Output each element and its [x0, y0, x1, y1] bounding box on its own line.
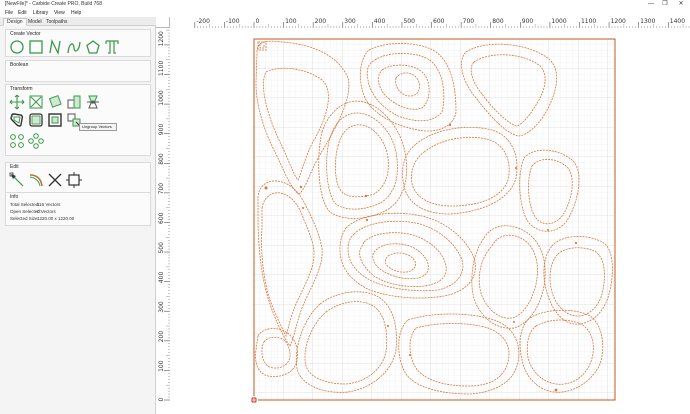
- ruler-label: 1300: [640, 18, 655, 25]
- ruler-label: 600: [158, 212, 165, 224]
- join-icon[interactable]: [66, 172, 82, 188]
- menu-file[interactable]: File: [5, 10, 13, 16]
- ruler-label: 100: [285, 18, 297, 25]
- close-button[interactable]: ✕: [675, 0, 687, 9]
- ruler-label: 400: [374, 18, 386, 25]
- transform-panel: Transform: [5, 84, 151, 156]
- menu-view[interactable]: View: [54, 10, 65, 16]
- rectangle-icon[interactable]: [28, 39, 44, 55]
- align-icon[interactable]: [66, 94, 82, 110]
- ruler-label: 1100: [581, 18, 596, 25]
- ruler-label: 700: [463, 18, 475, 25]
- move-icon[interactable]: [9, 94, 25, 110]
- boolean-panel: Boolean: [5, 60, 151, 82]
- offset-icon[interactable]: [9, 112, 25, 128]
- selected-size-value: 1220.00 x 1220.00: [37, 216, 75, 221]
- ungroup-tooltip: Ungroup Vectors: [79, 123, 117, 131]
- ruler-label: 300: [344, 18, 356, 25]
- menu-bar: File Edit Library View Help: [0, 9, 690, 17]
- rotate-icon[interactable]: [47, 94, 63, 110]
- ruler-label: 500: [158, 242, 165, 254]
- menu-help[interactable]: Help: [71, 10, 81, 16]
- curve-icon[interactable]: [66, 39, 82, 55]
- circular-array-icon[interactable]: [28, 133, 44, 149]
- top-ruler-svg: -200 -100 0 100 200 300 400 500 600 700 800 900 1000…: [194, 18, 690, 28]
- ruler-label: -100: [226, 18, 240, 25]
- ruler-label: 200: [158, 331, 165, 343]
- design-sidebar: Design Model Toolpaths Create Vector Boo…: [0, 17, 156, 414]
- canvas-svg[interactable]: [170, 28, 690, 414]
- menu-library[interactable]: Library: [33, 10, 48, 16]
- ruler-label: 900: [158, 124, 165, 136]
- ruler-label: 400: [158, 272, 165, 284]
- text-icon[interactable]: [104, 39, 120, 55]
- node-edit-icon[interactable]: [9, 172, 25, 188]
- ruler-label: 0: [256, 18, 260, 25]
- top-ruler: -200 -100 0 100 200 300 400 500 600 700 800 900 1000…: [170, 17, 690, 28]
- info-title: Info: [10, 194, 19, 200]
- polygon-icon[interactable]: [85, 39, 101, 55]
- fillet-icon[interactable]: [28, 172, 44, 188]
- tab-toolpaths[interactable]: Toolpaths: [42, 18, 71, 26]
- group-icon[interactable]: [28, 112, 44, 128]
- create-vector-panel: Create Vector: [5, 29, 151, 57]
- selected-size-label: Selected Size:: [10, 216, 39, 221]
- transform-title: Transform: [10, 86, 33, 92]
- ruler-label: -200: [196, 18, 210, 25]
- mirror-icon[interactable]: [85, 94, 101, 110]
- create-vector-title: Create Vector: [10, 31, 41, 37]
- ruler-corner: [156, 17, 170, 28]
- distribute-icon[interactable]: [9, 133, 25, 149]
- ruler-label: 200: [315, 18, 327, 25]
- window-title-bar: [NewFile]* - Carbide Create PRO, Build 7…: [0, 0, 690, 9]
- ruler-label: 1400: [670, 18, 685, 25]
- trim-icon[interactable]: [47, 172, 63, 188]
- edit-title: Edit: [10, 164, 19, 170]
- ruler-label: 800: [492, 18, 504, 25]
- polyline-icon[interactable]: [47, 39, 63, 55]
- sidebar-tabs: Design Model Toolpaths: [0, 17, 156, 26]
- info-panel: Info Total Selected: 116 Vectors Open Se…: [5, 192, 151, 226]
- window-title: [NewFile]* - Carbide Create PRO, Build 7…: [5, 1, 102, 7]
- ruler-label: 600: [433, 18, 445, 25]
- minimize-button[interactable]: —: [645, 0, 657, 9]
- menu-edit[interactable]: Edit: [18, 10, 27, 16]
- ruler-label: 1200: [158, 31, 165, 46]
- ruler-label: 300: [158, 301, 165, 313]
- ruler-label: 900: [522, 18, 534, 25]
- left-ruler-svg: 1200110010009008007006005004003002001000: [158, 29, 170, 402]
- maximize-button[interactable]: ❐: [659, 0, 671, 9]
- ruler-label: 1000: [551, 18, 566, 25]
- ruler-label: 1100: [158, 61, 165, 76]
- total-selected-label: Total Selected:: [10, 202, 40, 207]
- ruler-label: 700: [158, 183, 165, 195]
- ruler-label: 1000: [158, 90, 165, 105]
- open-selected-value: 0 Vectors: [37, 209, 56, 214]
- ruler-label: 800: [158, 153, 165, 165]
- circle-icon[interactable]: [9, 39, 25, 55]
- ruler-label: 500: [403, 18, 415, 25]
- scale-icon[interactable]: [28, 94, 44, 110]
- ruler-label: 1200: [611, 18, 626, 25]
- major-grid: [254, 39, 615, 400]
- ruler-label: 0: [158, 398, 165, 402]
- left-ruler: 1200 1100 1000 900 800 700 600 500 400 300 200 100 0: [156, 28, 170, 414]
- ruler-label: 100: [158, 360, 165, 372]
- total-selected-value: 116 Vectors: [37, 202, 61, 207]
- ungroup-group-icon[interactable]: [47, 112, 63, 128]
- design-canvas[interactable]: [170, 28, 690, 414]
- boolean-title: Boolean: [10, 62, 29, 68]
